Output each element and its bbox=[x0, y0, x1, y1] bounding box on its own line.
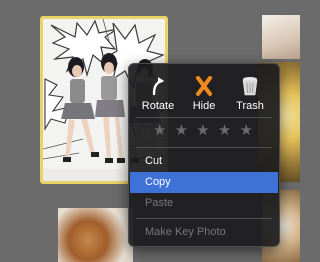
quick-actions: Rotate Hide Trash bbox=[129, 74, 279, 114]
trash-label: Trash bbox=[236, 100, 264, 112]
rotate-icon bbox=[135, 74, 181, 98]
rating-star-3[interactable]: ★ bbox=[196, 121, 211, 139]
menu-divider bbox=[136, 147, 272, 148]
photo-context-menu: Rotate Hide Trash ★ ★ ★ ★ ★ Cut Copy Pas… bbox=[128, 63, 280, 247]
menu-item-cut[interactable]: Cut bbox=[130, 151, 278, 172]
hide-button[interactable]: Hide bbox=[181, 74, 227, 114]
star-rating: ★ ★ ★ ★ ★ bbox=[129, 121, 279, 139]
rotate-button[interactable]: Rotate bbox=[135, 74, 181, 114]
rating-star-5[interactable]: ★ bbox=[240, 121, 255, 139]
rating-star-2[interactable]: ★ bbox=[175, 121, 190, 139]
trash-button[interactable]: Trash bbox=[227, 74, 273, 114]
trash-icon bbox=[227, 74, 273, 98]
photo-thumbnail[interactable] bbox=[262, 15, 300, 59]
menu-item-copy[interactable]: Copy bbox=[130, 172, 278, 193]
menu-divider bbox=[136, 218, 272, 219]
photo-thumbnail[interactable] bbox=[58, 208, 133, 262]
rotate-label: Rotate bbox=[141, 100, 175, 112]
hide-icon bbox=[181, 74, 227, 98]
rating-star-1[interactable]: ★ bbox=[153, 121, 168, 139]
rating-star-4[interactable]: ★ bbox=[218, 121, 233, 139]
hide-label: Hide bbox=[192, 100, 216, 112]
menu-divider bbox=[136, 117, 272, 118]
menu-item-make-key-photo[interactable]: Make Key Photo bbox=[130, 222, 278, 243]
menu-item-paste[interactable]: Paste bbox=[130, 193, 278, 214]
